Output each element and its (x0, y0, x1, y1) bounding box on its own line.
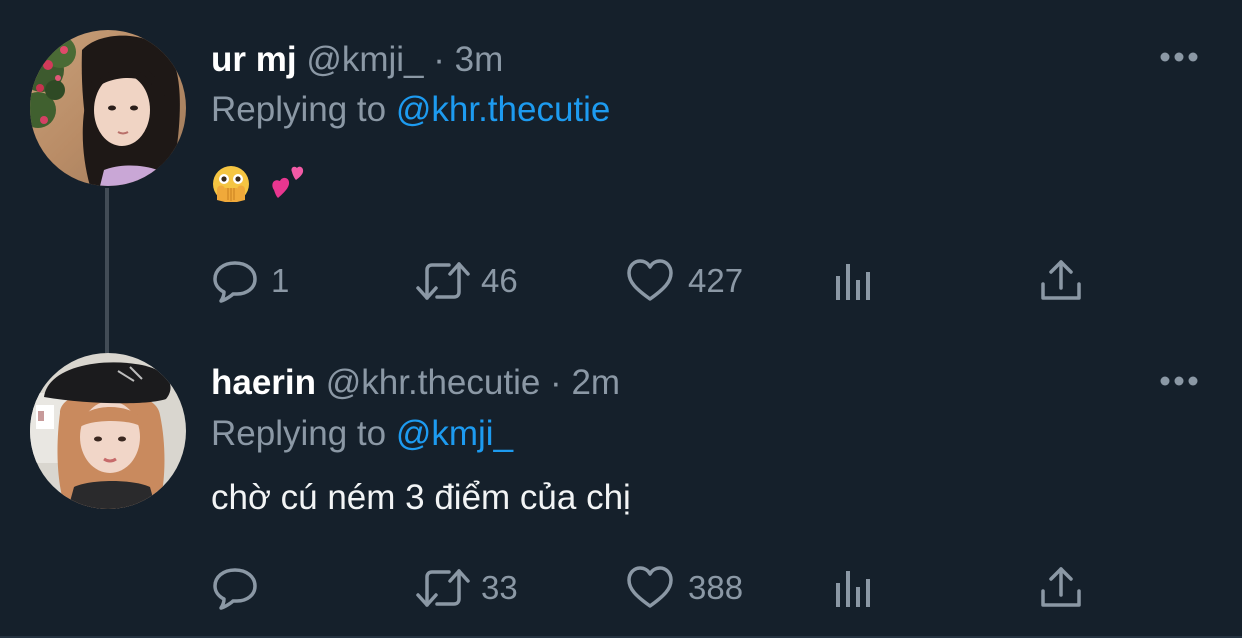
tweet[interactable]: haerin @khr.thecutie · 2m Replying to @k… (0, 325, 1242, 638)
reply-button[interactable]: 1 (211, 255, 321, 305)
like-button[interactable]: 388 (626, 562, 776, 612)
display-name[interactable]: haerin (211, 363, 316, 402)
tweet-text: chờ cú ném 3 điểm của chị (211, 478, 631, 517)
replying-to-label: Replying to (211, 414, 387, 453)
avatar-image (30, 30, 186, 186)
reply-bubble-icon (213, 568, 257, 610)
replying-to: Replying to @khr.thecutie (211, 90, 610, 130)
user-handle[interactable]: @kmji_ (306, 40, 423, 79)
replying-to-handle[interactable]: @khr.thecutie (396, 90, 611, 129)
share-button[interactable] (1039, 562, 1089, 612)
more-horizontal-icon[interactable] (1159, 373, 1199, 389)
retweet-icon (416, 569, 470, 607)
avatar[interactable] (30, 353, 186, 509)
like-count: 388 (688, 569, 744, 606)
avatar[interactable] (30, 30, 186, 186)
tweet-actions: 33 388 (211, 562, 1111, 612)
tweet-header: haerin @khr.thecutie · 2m (211, 363, 620, 403)
replying-to: Replying to @kmji_ (211, 414, 513, 454)
retweet-count: 33 (481, 569, 518, 606)
like-count: 427 (688, 262, 744, 299)
tweet-thread: ur mj @kmji_ · 3m Replying to @khr.thecu… (0, 0, 1242, 638)
tweet-timestamp[interactable]: 3m (455, 40, 504, 79)
views-button[interactable] (834, 562, 884, 612)
tweet[interactable]: ur mj @kmji_ · 3m Replying to @khr.thecu… (0, 0, 1242, 325)
retweet-button[interactable]: 33 (415, 562, 555, 612)
retweet-count: 46 (481, 262, 518, 299)
retweet-icon (416, 262, 470, 300)
face-with-open-eyes-and-hand-over-mouth-icon (213, 166, 249, 202)
share-upload-icon (1041, 567, 1081, 607)
two-hearts-icon (272, 166, 304, 198)
user-handle[interactable]: @khr.thecutie (326, 363, 541, 402)
display-name[interactable]: ur mj (211, 40, 297, 79)
tweet-actions: 1 46 427 (211, 255, 1111, 305)
heart-icon (627, 259, 673, 301)
share-upload-icon (1041, 260, 1081, 300)
tweet-text (211, 164, 308, 206)
retweet-button[interactable]: 46 (415, 255, 555, 305)
replying-to-label: Replying to (211, 90, 387, 129)
reply-count: 1 (271, 262, 290, 299)
reply-bubble-icon (213, 261, 257, 303)
header-separator: · (550, 363, 562, 402)
tweet-header: ur mj @kmji_ · 3m (211, 40, 503, 80)
more-horizontal-icon[interactable] (1159, 49, 1199, 65)
header-separator: · (433, 40, 445, 79)
share-button[interactable] (1039, 255, 1089, 305)
analytics-bars-icon (836, 264, 870, 300)
like-button[interactable]: 427 (626, 255, 776, 305)
replying-to-handle[interactable]: @kmji_ (396, 414, 513, 453)
tweet-timestamp[interactable]: 2m (571, 363, 620, 402)
reply-button[interactable] (211, 562, 321, 612)
heart-icon (627, 566, 673, 608)
analytics-bars-icon (836, 571, 870, 607)
views-button[interactable] (834, 255, 884, 305)
avatar-image (30, 353, 186, 509)
